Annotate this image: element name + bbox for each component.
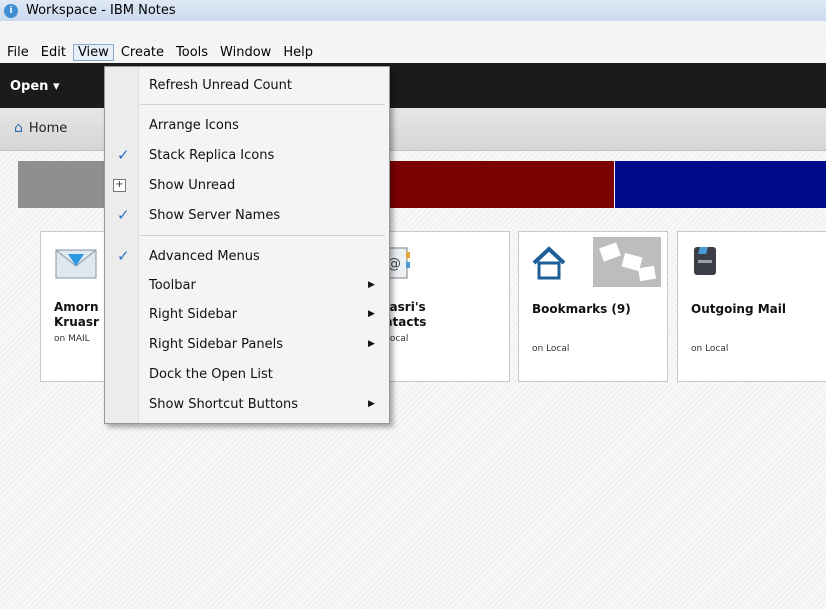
- menu-separator: [140, 235, 385, 236]
- menu-item-label: Toolbar: [149, 277, 196, 293]
- menu-view[interactable]: View: [72, 44, 114, 61]
- menu-item-show-shortcut-buttons[interactable]: Show Shortcut Buttons ▶: [105, 391, 389, 417]
- menu-item-stack-replica-icons[interactable]: ✓ Stack Replica Icons: [105, 142, 389, 168]
- menu-item-label: Show Unread: [149, 177, 236, 193]
- menu-edit[interactable]: Edit: [36, 44, 71, 61]
- preview-card-3: [637, 265, 657, 282]
- menu-file[interactable]: File: [2, 44, 34, 61]
- menu-tools[interactable]: Tools: [171, 44, 213, 61]
- title-bar: i Workspace - IBM Notes: [0, 0, 826, 21]
- menu-item-show-server-names[interactable]: ✓ Show Server Names: [105, 202, 389, 228]
- checkmark-icon: ✓: [117, 247, 130, 265]
- menu-item-show-unread[interactable]: + Show Unread: [105, 172, 389, 198]
- preview-card-1: [599, 242, 621, 262]
- show-unread-icon: +: [113, 178, 126, 192]
- menu-item-label: Refresh Unread Count: [149, 77, 292, 93]
- menu-item-label: Right Sidebar: [149, 306, 238, 322]
- menu-item-label: Arrange Icons: [149, 117, 239, 133]
- ibm-notes-app-icon: i: [4, 3, 18, 18]
- submenu-arrow-icon: ▶: [368, 280, 375, 290]
- mail-envelope-icon: [55, 249, 97, 279]
- checkmark-icon: ✓: [117, 146, 130, 164]
- card-name-line2: Kruasr: [54, 315, 99, 329]
- menu-item-toolbar[interactable]: Toolbar ▶: [105, 272, 389, 298]
- submenu-arrow-icon: ▶: [368, 339, 375, 349]
- workspace-page-tab-blue[interactable]: [615, 161, 826, 208]
- menu-item-right-sidebar-panels[interactable]: Right Sidebar Panels ▶: [105, 331, 389, 357]
- card-name-line1: Outgoing Mail: [691, 302, 787, 316]
- menu-bar: File Edit View Create Tools Window Help: [0, 42, 826, 63]
- menu-window[interactable]: Window: [215, 44, 276, 61]
- menu-separator: [140, 104, 385, 105]
- card-name-line2: ntacts: [384, 315, 427, 329]
- menu-item-label: Show Server Names: [149, 207, 281, 223]
- bookmarks-database-card[interactable]: Bookmarks (9) on Local: [518, 231, 668, 382]
- view-menu-dropdown: Refresh Unread Count Arrange Icons ✓ Sta…: [104, 66, 390, 424]
- outgoing-mail-card[interactable]: Outgoing Mail on Local: [677, 231, 826, 382]
- menu-item-refresh-unread-count[interactable]: Refresh Unread Count: [105, 72, 389, 98]
- menu-help[interactable]: Help: [278, 44, 318, 61]
- menu-item-label: Right Sidebar Panels: [149, 336, 284, 352]
- home-bookmark-icon: [532, 246, 566, 280]
- card-location: on MAIL: [54, 334, 90, 344]
- card-location: on Local: [691, 344, 729, 354]
- submenu-arrow-icon: ▶: [368, 399, 375, 409]
- submenu-arrow-icon: ▶: [368, 309, 375, 319]
- menu-item-label: Show Shortcut Buttons: [149, 396, 299, 412]
- menu-item-label: Dock the Open List: [149, 366, 273, 382]
- card-name-line1: Amorn: [54, 300, 99, 314]
- window-title: Workspace - IBM Notes: [26, 3, 176, 18]
- card-name-line1: Bookmarks (9): [532, 302, 631, 316]
- tab-home[interactable]: ⌂ Home: [14, 120, 67, 136]
- menu-item-advanced-menus[interactable]: ✓ Advanced Menus: [105, 243, 389, 269]
- tab-home-label: Home: [28, 120, 68, 136]
- open-button[interactable]: Open ▾: [10, 79, 59, 94]
- menu-item-label: Stack Replica Icons: [149, 147, 275, 163]
- menu-item-dock-the-open-list[interactable]: Dock the Open List: [105, 361, 389, 387]
- bookmarks-preview-image: [593, 237, 661, 287]
- mailbox-icon: [694, 247, 716, 275]
- menu-item-arrange-icons[interactable]: Arrange Icons: [105, 112, 389, 138]
- home-icon: ⌂: [14, 120, 23, 136]
- menu-item-right-sidebar[interactable]: Right Sidebar ▶: [105, 301, 389, 327]
- menu-create[interactable]: Create: [116, 44, 169, 61]
- checkmark-icon: ✓: [117, 206, 130, 224]
- card-location: on Local: [532, 344, 570, 354]
- menu-item-label: Advanced Menus: [149, 248, 260, 264]
